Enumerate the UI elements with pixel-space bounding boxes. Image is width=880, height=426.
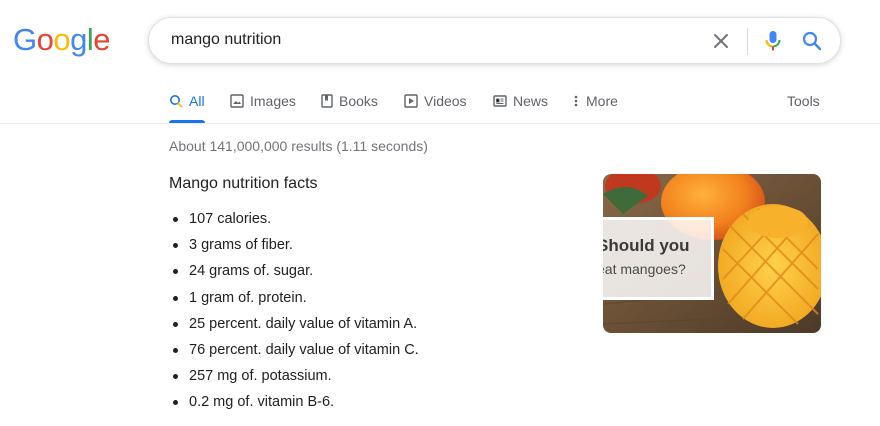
logo-letter: e [93,22,111,57]
logo-letter: G [13,22,37,57]
microphone-icon[interactable] [761,28,785,54]
logo-letter: o [36,22,54,57]
tab-label: Tools [787,93,820,109]
book-icon [321,94,333,108]
list-item: 24 grams of. sugar. [170,258,419,284]
tabs-divider [0,123,880,124]
search-input[interactable]: mango nutrition [171,31,281,49]
play-icon [404,94,418,108]
thumbnail-caption-card: Should you eat mangoes? [603,217,714,300]
search-box[interactable]: mango nutrition [148,17,841,64]
search-icon [170,95,183,108]
tab-label: News [513,93,549,109]
list-item: 257 mg of. potassium. [170,363,419,389]
list-item: 76 percent. daily value of vitamin C. [170,337,419,363]
google-logo[interactable]: Google [13,22,111,58]
thumbnail-title: Should you [603,236,690,255]
logo-letter: o [53,22,71,57]
tab-all[interactable]: All [169,86,205,123]
tools-button[interactable]: Tools [787,86,820,123]
tab-more[interactable]: More [572,86,618,123]
list-item: 25 percent. daily value of vitamin A. [170,311,419,337]
image-icon [230,94,244,108]
list-item: 3 grams of fiber. [170,232,419,258]
list-item: 0.2 mg of. vitamin B-6. [170,389,419,415]
snippet-title: Mango nutrition facts [169,175,318,192]
tab-books[interactable]: Books [321,86,378,123]
tab-images[interactable]: Images [230,86,296,123]
tab-label: Books [339,93,378,109]
tab-videos[interactable]: Videos [404,86,467,123]
tab-label: Videos [424,93,467,109]
search-icon[interactable] [800,29,824,53]
newspaper-icon [493,95,507,107]
snippet-thumbnail[interactable]: Should you eat mangoes? [603,174,821,333]
list-item: 107 calories. [170,206,419,232]
logo-letter: g [70,22,87,57]
search-tabs: All Images Books Videos News More Tools [169,86,849,123]
tab-label: Images [250,93,296,109]
nutrition-facts-list: 107 calories. 3 grams of fiber. 24 grams… [170,206,419,416]
tab-label: More [586,93,618,109]
search-divider [747,28,748,55]
clear-icon[interactable] [709,29,733,53]
thumbnail-subtitle: eat mangoes? [603,261,686,277]
list-item: 1 gram of. protein. [170,285,419,311]
result-stats: About 141,000,000 results (1.11 seconds) [169,138,428,154]
tab-news[interactable]: News [493,86,548,123]
tab-label: All [189,93,205,109]
more-vertical-icon [574,95,578,107]
